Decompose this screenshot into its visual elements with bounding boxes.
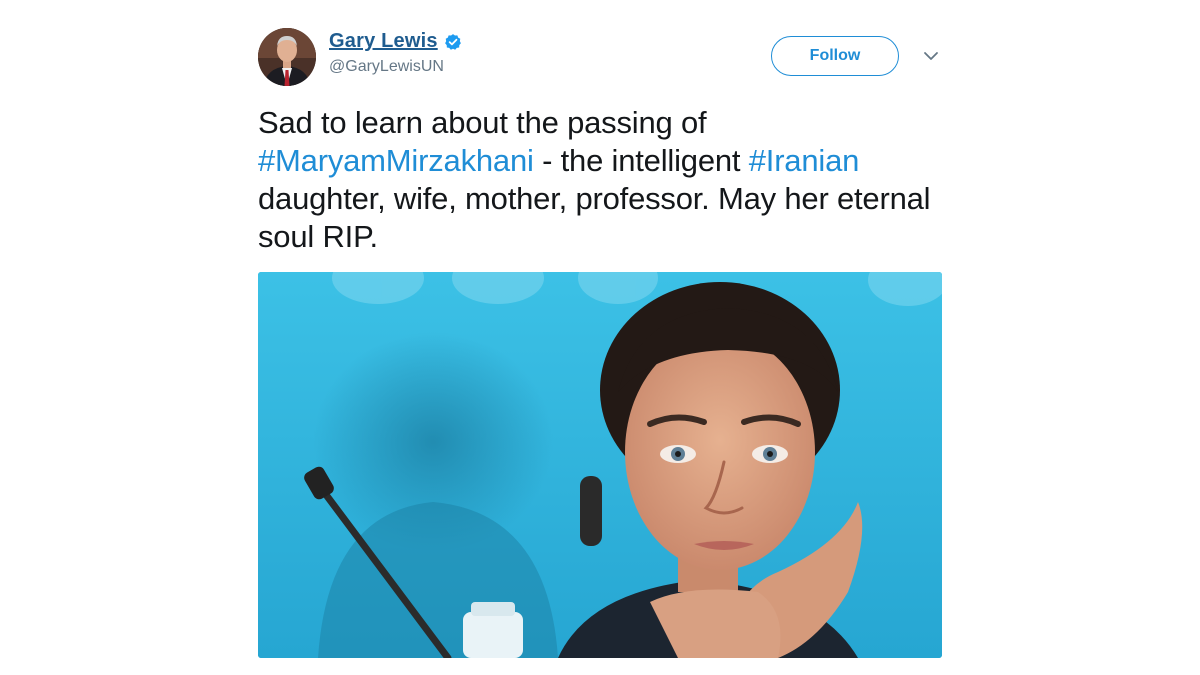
tweet-text: Sad to learn about the passing of #Marya… <box>258 104 948 256</box>
tweet-card: Gary Lewis @GaryLewisUN Follow Sad to le… <box>0 0 1200 675</box>
tweet-text-part: - the intelligent <box>533 143 749 178</box>
hashtag-link[interactable]: #MaryamMirzakhani <box>258 143 534 178</box>
author-display-name[interactable]: Gary Lewis <box>329 30 438 53</box>
hashtag-link[interactable]: #Iranian <box>749 143 860 178</box>
avatar-photo <box>258 28 316 86</box>
chevron-down-icon[interactable] <box>922 47 940 65</box>
photo-illustration <box>258 272 942 658</box>
tweet-text-part: Sad to learn about the passing of <box>258 105 707 140</box>
author-name-row: Gary Lewis <box>329 30 462 53</box>
verified-badge-icon <box>444 33 461 50</box>
tweet-media-photo[interactable] <box>258 272 942 658</box>
tweet-text-part: daughter, wife, mother, professor. May h… <box>258 181 931 254</box>
follow-button[interactable]: Follow <box>771 36 899 76</box>
author-avatar[interactable] <box>258 28 316 86</box>
author-handle[interactable]: @GaryLewisUN <box>329 58 444 76</box>
